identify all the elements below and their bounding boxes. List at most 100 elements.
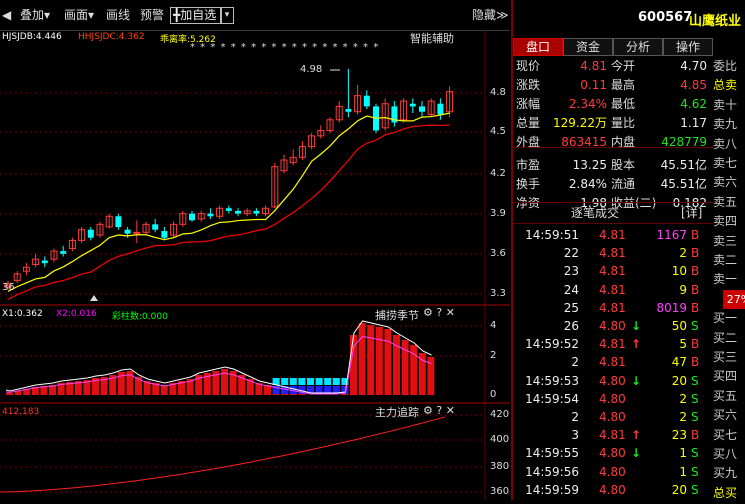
toolbar-item-2[interactable]: 画面▾ (64, 6, 94, 24)
trade-time: 22 (563, 246, 579, 261)
add-favorite-button[interactable]: ╋加自选 (170, 7, 222, 24)
trade-time: 3 (571, 428, 579, 443)
trade-volume: 2 (679, 410, 687, 424)
trade-row: 14:59:55 4.80 ↓ 1 S (513, 444, 713, 462)
trade-volume: 47 (671, 355, 687, 370)
trade-price: 4.81 (599, 355, 626, 370)
histogram-bar (375, 327, 383, 395)
trade-side: B (691, 264, 700, 279)
orderbook-label: 委比 (713, 59, 738, 73)
kline-chart-svg[interactable] (0, 30, 510, 500)
candle-body (345, 109, 352, 112)
trade-price: 4.81 (599, 228, 626, 242)
quote-label: 今开 (611, 59, 636, 73)
trade-side: S (691, 482, 699, 497)
stock-code: 600567 (638, 10, 693, 25)
orderbook-label: 卖九 (713, 117, 738, 132)
trade-row: 25 4.81 8019 B (513, 299, 713, 317)
trade-row: 3 4.81 ↑ 23 B (513, 426, 713, 444)
trade-price: 4.80 (599, 446, 626, 461)
signal-block (281, 378, 289, 385)
quote-label: 涨幅 (516, 97, 541, 111)
trade-row: 14:59:53 4.80 ↓ 20 S (513, 372, 713, 390)
sub1-bar-count: 彩柱数:0.000 (112, 312, 168, 322)
orderbook-label: 总卖 (713, 78, 738, 93)
toolbar-item-4[interactable]: 预警 (140, 6, 164, 24)
toolbar-item-1[interactable]: 叠加▾ (20, 6, 50, 24)
trade-time: 23 (563, 264, 579, 279)
y-tick-label: 4.5 (490, 126, 506, 137)
sub2-indicator-name[interactable]: 主力追踪 (375, 404, 419, 420)
orderbook-label: 卖六 (713, 175, 738, 190)
quote-label: 最高 (611, 78, 636, 92)
candle-body (207, 213, 214, 217)
candle-body (253, 210, 260, 214)
smart-assist-button[interactable]: 智能辅助 (410, 30, 454, 46)
trade-price: 4.80 (599, 391, 626, 406)
trade-side: S (691, 464, 699, 479)
quote-row: 涨幅 2.34% 最低 4.62 (513, 95, 713, 114)
quote-tabs: 盘口 资金 分析 操作 (513, 38, 713, 56)
trade-price: 4.81 (599, 337, 626, 352)
orderbook-label: 买五 (713, 388, 738, 403)
toolbar-item-3[interactable]: 画线 (106, 6, 130, 24)
trades-detail-button[interactable]: [详] (681, 203, 702, 223)
trade-volume: 9 (679, 282, 687, 297)
chart-toolbar: ◀ 叠加▾ 画面▾ 画线 预警 ╋加自选 ▾ 隐藏≫ (0, 0, 510, 31)
signal-block (324, 378, 332, 385)
sub1-controls[interactable]: ⚙ ? ✕ (423, 306, 455, 319)
quote-value: 45.51亿 (660, 177, 707, 191)
y-tick-label: 420 (490, 409, 510, 420)
trade-side: S (691, 391, 699, 406)
quote-label: 股本 (611, 158, 636, 172)
tab-handicap[interactable]: 盘口 (513, 38, 563, 56)
histogram-bar (341, 394, 349, 395)
candle-body (133, 231, 141, 234)
main-force-line (0, 416, 446, 493)
favorite-dropdown-button[interactable]: ▾ (220, 7, 234, 24)
quote-value: 0.11 (580, 78, 607, 92)
trade-row: 2 4.81 47 B (513, 353, 713, 371)
trade-price: 4.80 (599, 464, 626, 479)
trade-price: 4.81 (599, 282, 626, 297)
stock-name: 山鹰纸业 (689, 14, 742, 29)
candle-body (409, 103, 416, 107)
trade-time: 14:59:52 (525, 337, 579, 352)
candle-body (115, 216, 122, 227)
orderbook-label: 买九 (713, 466, 738, 481)
kline-chart-area[interactable]: HJSJDB:4.446 HHJSJDC:4.362 乖离率:5.262 智能辅… (0, 30, 510, 500)
tab-operation[interactable]: 操作 (663, 38, 713, 56)
trade-price: 4.81 (599, 246, 626, 261)
quote-value: 4.70 (680, 59, 707, 73)
trade-arrow-icon: ↑ (631, 428, 642, 443)
stock-title: 600567 山鹰纸业 (513, 0, 745, 36)
trade-row: 22 4.81 2 B (513, 244, 713, 262)
histogram-bar (6, 393, 13, 395)
high-price-label: 4.98 (300, 64, 323, 75)
quote-value: 2.34% (568, 97, 607, 111)
quote-label: 换手 (516, 177, 541, 191)
signal-block (332, 378, 340, 385)
quote-panel: 600567 山鹰纸业 盘口 资金 分析 操作 现价 4.81 今开 4.70 涨跌 0.… (513, 0, 745, 500)
tab-analysis[interactable]: 分析 (613, 38, 663, 56)
trade-time: 25 (563, 300, 579, 315)
quote-row: 总量 129.22万 量比 1.17 (513, 114, 713, 133)
candle-body (189, 213, 195, 221)
trade-time: 14:59:53 (525, 373, 579, 388)
y-tick-label: 380 (490, 461, 510, 472)
trade-side: S (691, 446, 699, 461)
orderbook-label: 卖八 (713, 136, 738, 151)
candle-body (419, 106, 425, 112)
quote-value: 2.84% (568, 177, 607, 191)
quote-value: 129.22万 (553, 116, 607, 130)
toolbar-item-0[interactable]: ◀ (2, 6, 11, 24)
candle-body (235, 210, 241, 214)
orderbook-label: 买四 (713, 369, 738, 384)
sub2-controls[interactable]: ⚙ ? ✕ (423, 404, 455, 417)
sub1-indicator-name[interactable]: 捕捞季节 (375, 307, 419, 323)
tab-funds[interactable]: 资金 (563, 38, 613, 56)
quote-label: 流通 (611, 177, 636, 191)
trade-row: 24 4.81 9 B (513, 281, 713, 299)
orderbook-label: 卖四 (713, 214, 738, 229)
hide-panel-button[interactable]: 隐藏≫ (472, 6, 509, 23)
